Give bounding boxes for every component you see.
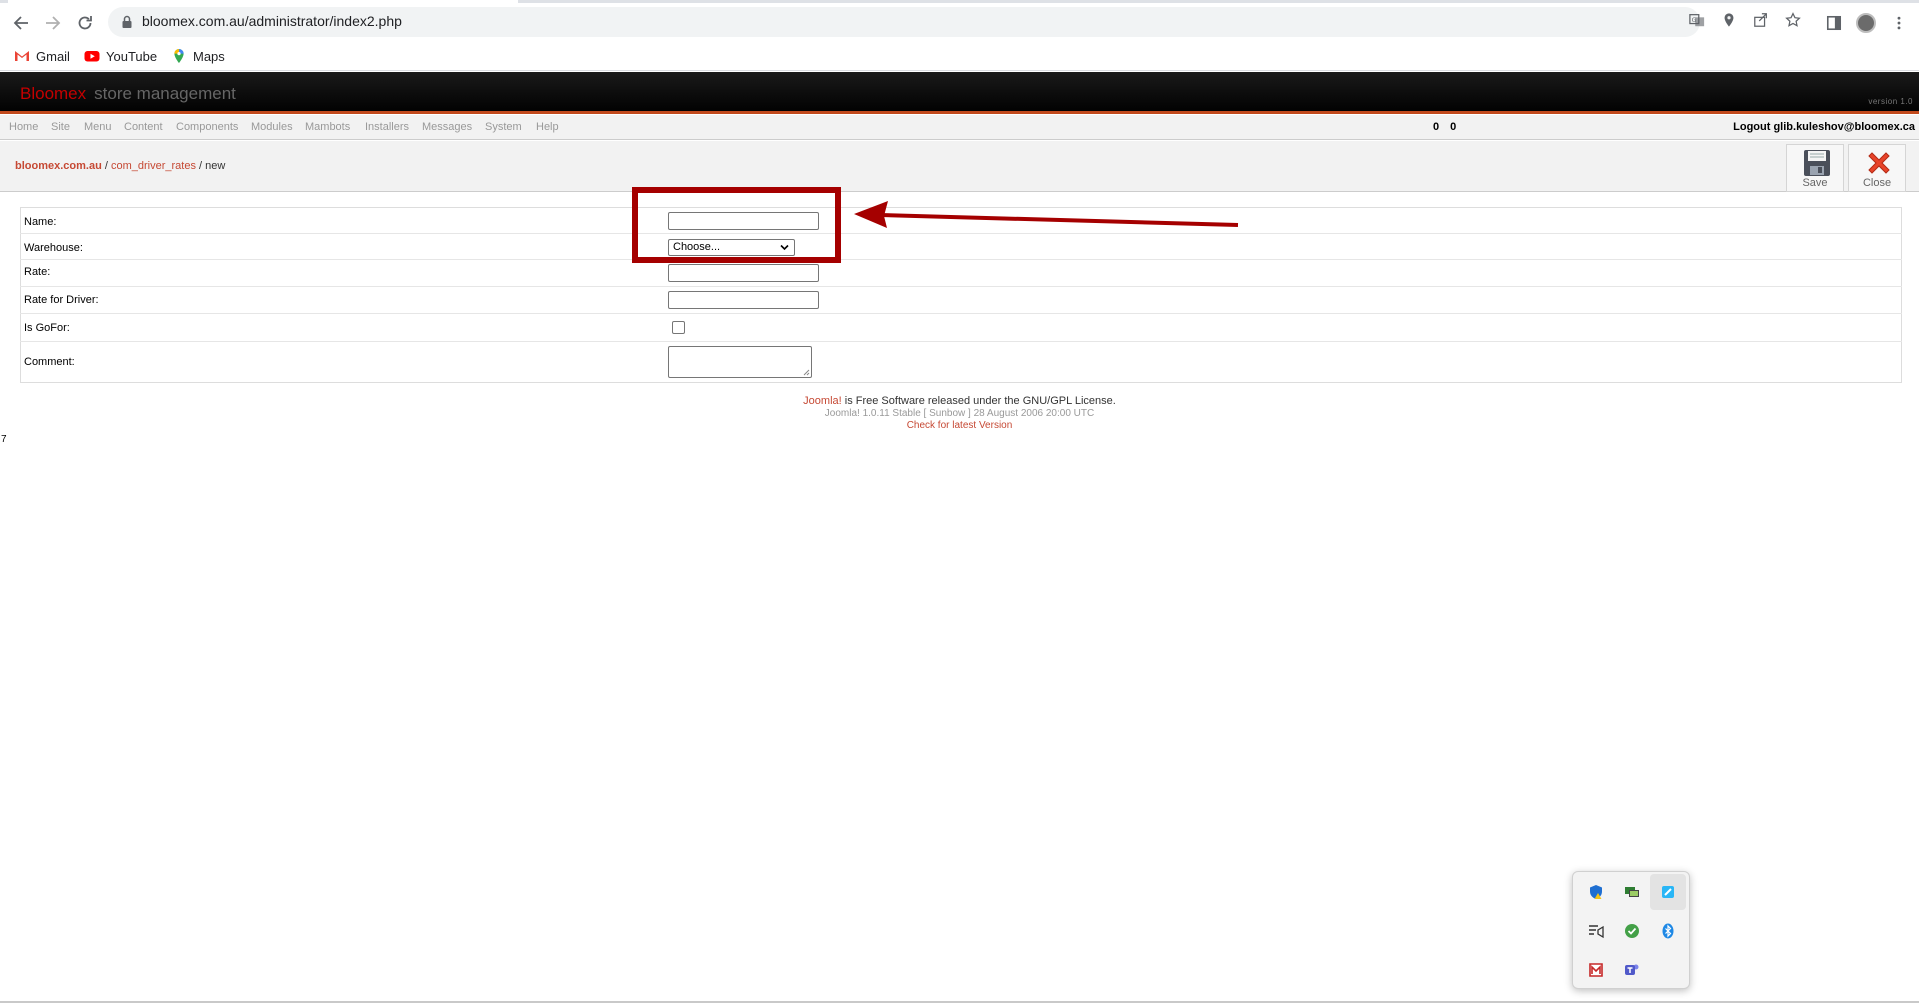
gmail-icon bbox=[15, 51, 29, 61]
tray-bluetooth-icon[interactable] bbox=[1650, 913, 1686, 949]
back-button[interactable] bbox=[7, 9, 35, 37]
form-row-rate: Rate: bbox=[20, 260, 1902, 287]
license-line: Joomla! is Free Software released under … bbox=[0, 395, 1919, 407]
tray-display-icon[interactable] bbox=[1614, 874, 1650, 910]
save-label: Save bbox=[1802, 177, 1828, 189]
menu-item-mambots[interactable]: Mambots bbox=[305, 121, 350, 133]
menu-item-site[interactable]: Site bbox=[51, 121, 70, 133]
message-counts[interactable]: 0 0 bbox=[1433, 121, 1456, 133]
lock-icon bbox=[122, 15, 132, 28]
bookmarks-bar: Gmail YouTube Maps bbox=[0, 41, 1919, 71]
logout-link[interactable]: Logout glib.kuleshov@bloomex.ca bbox=[1733, 121, 1915, 133]
menu-item-menu[interactable]: Menu bbox=[84, 121, 112, 133]
bookmark-youtube[interactable]: YouTube bbox=[84, 47, 157, 65]
save-button[interactable]: Save bbox=[1786, 144, 1844, 192]
reload-button[interactable] bbox=[71, 9, 99, 37]
more-menu-icon[interactable] bbox=[1890, 14, 1908, 32]
gofor-label: Is GoFor: bbox=[24, 322, 70, 334]
breadcrumb: bloomex.com.au / com_driver_rates / new bbox=[15, 160, 225, 172]
stray-text: 7 bbox=[1, 434, 7, 445]
close-button[interactable]: Close bbox=[1848, 144, 1906, 192]
profile-avatar[interactable] bbox=[1856, 13, 1876, 33]
forward-arrow-icon bbox=[46, 16, 61, 30]
menu-item-system[interactable]: System bbox=[485, 121, 522, 133]
rate-driver-label: Rate for Driver: bbox=[24, 294, 99, 306]
resize-grip-icon bbox=[803, 369, 810, 376]
rate-label: Rate: bbox=[24, 266, 51, 278]
version-text: Joomla! 1.0.11 Stable [ Sunbow ] 28 Augu… bbox=[824, 408, 1095, 419]
header-accent-line bbox=[0, 111, 1919, 114]
page-footer: Joomla! is Free Software released under … bbox=[0, 395, 1919, 431]
bookmark-label: Maps bbox=[193, 48, 225, 64]
rate-input[interactable] bbox=[668, 264, 819, 282]
breadcrumb-current: new bbox=[205, 160, 226, 172]
version-tag: version 1.0 bbox=[1868, 97, 1913, 106]
comment-label: Comment: bbox=[24, 356, 75, 368]
breadcrumb-component-link[interactable]: com_driver_rates bbox=[111, 160, 196, 172]
check-version-link[interactable]: Check for latest Version bbox=[0, 420, 1919, 431]
close-label: Close bbox=[1862, 177, 1892, 189]
form-row-rate-driver: Rate for Driver: bbox=[20, 287, 1902, 314]
warehouse-label: Warehouse: bbox=[24, 242, 83, 254]
bookmark-label: YouTube bbox=[106, 48, 158, 64]
pathway-bar: bloomex.com.au / com_driver_rates / new … bbox=[0, 141, 1919, 192]
rate-driver-input[interactable] bbox=[668, 291, 819, 309]
address-bar[interactable]: bloomex.com.au/administrator/index2.php bbox=[108, 7, 1700, 37]
maps-icon bbox=[174, 49, 184, 63]
bookmark-star-icon[interactable] bbox=[1784, 11, 1802, 29]
form-row-comment: Comment: bbox=[20, 342, 1902, 383]
tray-shield-check-icon[interactable] bbox=[1614, 913, 1650, 949]
side-panel-icon[interactable] bbox=[1825, 14, 1843, 32]
gofor-checkbox[interactable] bbox=[672, 321, 685, 334]
browser-toolbar: bloomex.com.au/administrator/index2.php … bbox=[0, 3, 1919, 41]
brand-sub: store management bbox=[94, 84, 236, 103]
breadcrumb-separator: / bbox=[195, 160, 206, 172]
forward-button[interactable] bbox=[39, 9, 67, 37]
tray-app-icon[interactable] bbox=[1650, 874, 1686, 910]
bookmark-label: Gmail bbox=[36, 48, 70, 64]
tray-media-icon[interactable] bbox=[1578, 913, 1614, 949]
breadcrumb-site-link[interactable]: bloomex.com.au bbox=[15, 160, 102, 172]
url-text: bloomex.com.au/administrator/index2.php bbox=[142, 13, 402, 29]
brand-logo: Bloomex store management bbox=[20, 84, 236, 104]
tray-antivirus-icon[interactable] bbox=[1578, 952, 1614, 988]
menu-item-components[interactable]: Components bbox=[176, 121, 238, 133]
share-icon[interactable] bbox=[1752, 11, 1770, 29]
bookmark-gmail[interactable]: Gmail bbox=[14, 47, 70, 65]
form-row-warehouse: Warehouse: bbox=[20, 234, 1902, 260]
tray-overflow-popup bbox=[1572, 871, 1690, 989]
svg-text:G: G bbox=[1692, 17, 1697, 24]
joomla-link[interactable]: Joomla! bbox=[803, 395, 842, 407]
location-icon[interactable] bbox=[1720, 11, 1738, 29]
close-x-icon bbox=[1868, 152, 1890, 174]
youtube-icon bbox=[84, 51, 100, 62]
bookmark-maps[interactable]: Maps bbox=[171, 47, 225, 65]
annotation-highlight-box bbox=[632, 187, 841, 263]
tray-security-warning-icon[interactable] bbox=[1578, 874, 1614, 910]
menu-item-content[interactable]: Content bbox=[124, 121, 163, 133]
menu-item-home[interactable]: Home bbox=[9, 121, 38, 133]
name-label: Name: bbox=[24, 216, 57, 228]
admin-header: Bloomex store management version 1.0 bbox=[0, 72, 1919, 114]
save-disk-icon bbox=[1804, 150, 1830, 176]
menu-item-help[interactable]: Help bbox=[536, 121, 559, 133]
translate-icon[interactable]: G bbox=[1688, 11, 1706, 29]
tray-teams-icon[interactable] bbox=[1614, 952, 1650, 988]
annotation-arrow-icon bbox=[854, 201, 1239, 228]
admin-menubar: Home Site Menu Content Components Module… bbox=[0, 115, 1919, 140]
breadcrumb-separator: / bbox=[101, 160, 111, 172]
license-text: is Free Software released under the GNU/… bbox=[841, 395, 1116, 407]
brand-main: Bloomex bbox=[20, 84, 87, 103]
reload-icon bbox=[78, 16, 92, 30]
comment-textarea[interactable] bbox=[668, 346, 812, 378]
form-row-gofor: Is GoFor: bbox=[20, 314, 1902, 342]
menu-item-modules[interactable]: Modules bbox=[251, 121, 293, 133]
menu-item-messages[interactable]: Messages bbox=[422, 121, 472, 133]
back-arrow-icon bbox=[13, 16, 28, 30]
menu-item-installers[interactable]: Installers bbox=[365, 121, 409, 133]
